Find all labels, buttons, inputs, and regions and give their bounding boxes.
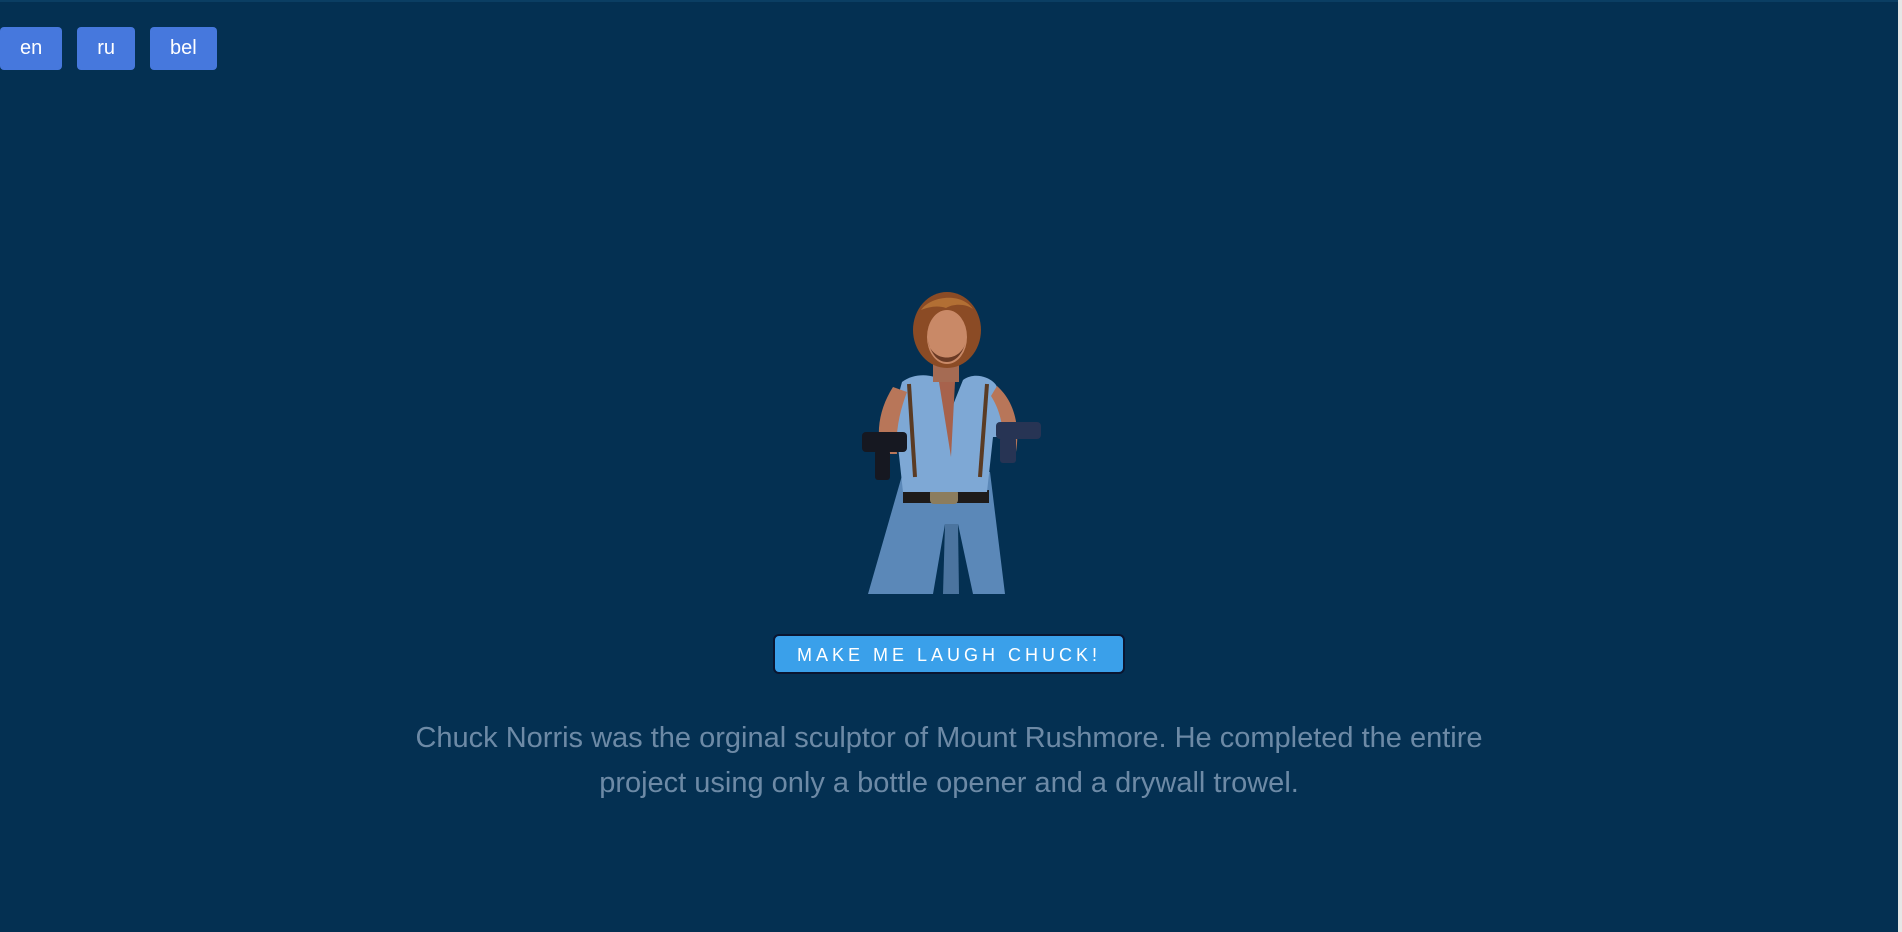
language-button-en[interactable]: en [0, 27, 63, 70]
joke-text: Chuck Norris was the orginal sculptor of… [415, 722, 1483, 799]
page-background: en ru bel MAKE ME LAUGH CHUCK! Chuck Nor… [0, 0, 1898, 932]
chuck-norris-image [862, 292, 1041, 594]
language-switcher: en ru bel [0, 27, 217, 70]
language-button-bel[interactable]: bel [150, 27, 217, 70]
scrollbar-edge[interactable] [1898, 0, 1902, 932]
make-me-laugh-button[interactable]: MAKE ME LAUGH CHUCK! [773, 634, 1125, 674]
language-button-ru[interactable]: ru [77, 27, 136, 70]
